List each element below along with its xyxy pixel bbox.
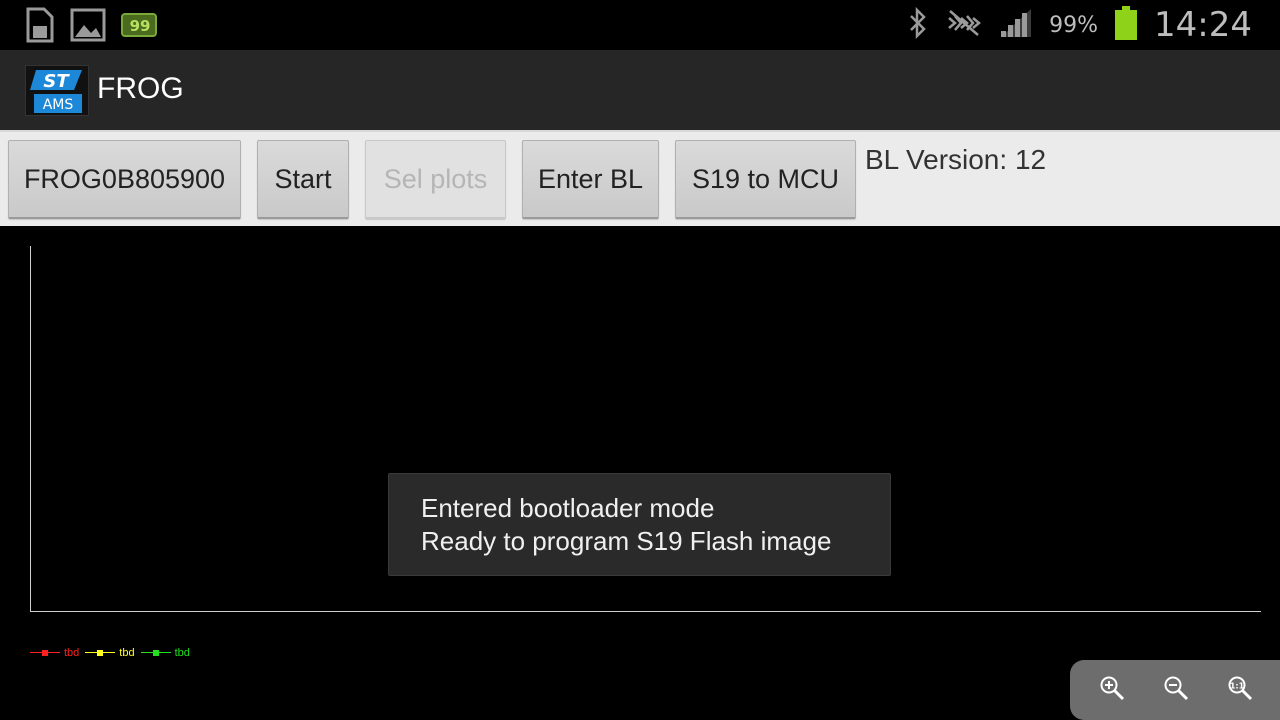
zoom-reset-button[interactable]: 1:1 (1220, 670, 1260, 710)
signal-icon (999, 7, 1033, 43)
action-bar: ST AMS FROG (0, 50, 1280, 130)
app-title: FROG (97, 72, 184, 105)
notification-icons: 99 (22, 6, 160, 48)
sel-plots-button[interactable]: Sel plots (365, 140, 506, 219)
zoom-out-button[interactable] (1156, 670, 1196, 710)
clock: 14:24 (1154, 5, 1252, 45)
zoom-in-icon (1099, 675, 1125, 705)
sd-card-icon (22, 6, 56, 48)
x-axis (30, 611, 1261, 612)
legend-label: tbd (119, 647, 135, 659)
legend-label: tbd (64, 647, 80, 659)
zoom-out-icon (1163, 675, 1189, 705)
svg-text:99: 99 (130, 17, 151, 35)
legend-swatch (30, 647, 60, 659)
zoom-controls: 1:1 (1070, 660, 1280, 720)
mute-icon (945, 8, 983, 42)
plot-legend: tbd tbd tbd (30, 647, 190, 659)
enter-bl-button[interactable]: Enter BL (522, 140, 659, 219)
svg-text:ST: ST (43, 71, 70, 92)
svg-text:AMS: AMS (43, 97, 74, 113)
device-button[interactable]: FROG0B805900 (8, 140, 241, 219)
zoom-in-button[interactable] (1092, 670, 1132, 710)
toast-line-2: Ready to program S19 Flash image (421, 526, 832, 556)
y-axis (30, 246, 31, 612)
legend-label: tbd (174, 647, 190, 659)
legend-marker (42, 650, 48, 656)
toast-line-1: Entered bootloader mode (421, 493, 715, 523)
s19-to-mcu-button[interactable]: S19 to MCU (675, 140, 856, 219)
system-icons: 99% 14:24 (907, 0, 1252, 50)
svg-text:1:1: 1:1 (1230, 682, 1245, 691)
toolbar: FROG0B805900 Start Sel plots Enter BL S1… (0, 130, 1280, 226)
zoom-reset-icon: 1:1 (1227, 675, 1253, 705)
bl-version-label: BL Version: 12 (865, 144, 1047, 175)
legend-swatch (140, 647, 171, 659)
battery-notification-icon: 99 (120, 12, 160, 42)
legend-marker (97, 650, 104, 656)
app-logo-icon[interactable]: ST AMS (25, 65, 89, 116)
gallery-icon (70, 7, 106, 47)
legend-item: tbd (85, 647, 135, 659)
bluetooth-icon (907, 6, 929, 43)
battery-icon (1114, 5, 1138, 45)
legend-marker (152, 650, 159, 656)
battery-percent: 99% (1049, 12, 1099, 38)
legend-swatch (85, 647, 116, 659)
toast-message: Entered bootloader mode Ready to program… (388, 473, 891, 576)
legend-item: tbd (140, 647, 190, 659)
status-bar: 99 99% 14:24 (0, 0, 1280, 50)
legend-item: tbd (30, 647, 79, 659)
start-button[interactable]: Start (257, 140, 349, 219)
